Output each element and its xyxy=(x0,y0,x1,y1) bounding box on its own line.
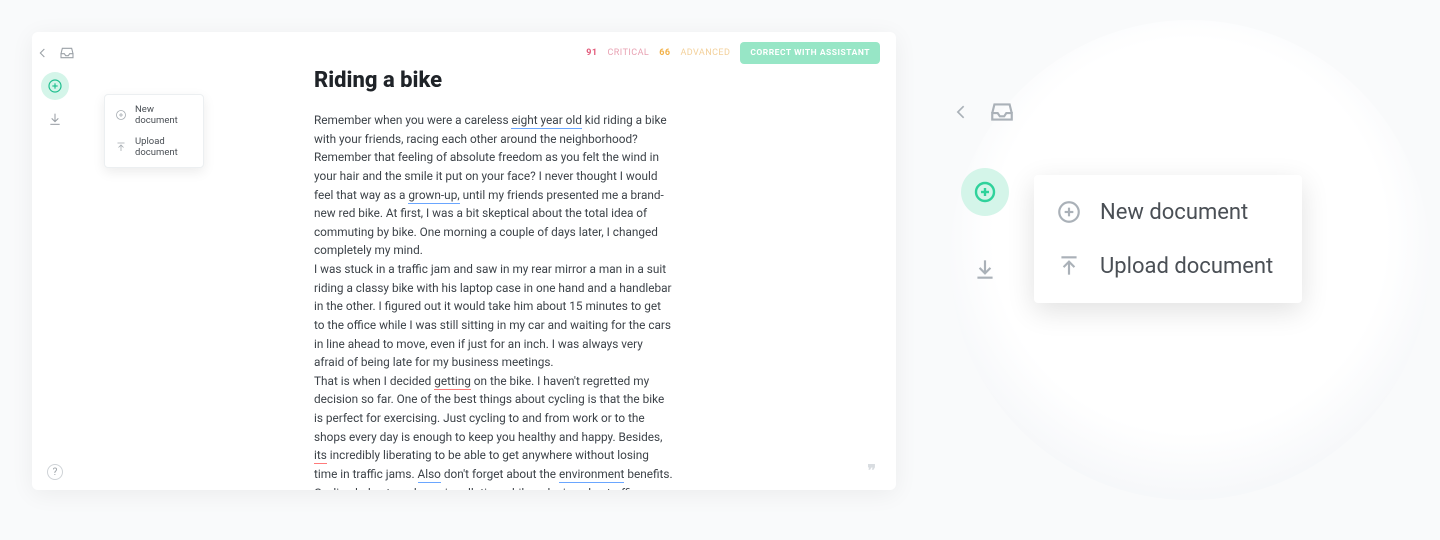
back-icon[interactable] xyxy=(34,44,52,62)
zoom-menu-new-document[interactable]: New document xyxy=(1034,185,1302,239)
menu-upload-document-label: Upload document xyxy=(135,136,193,158)
help-icon[interactable]: ? xyxy=(47,464,63,480)
zoom-download-icon[interactable] xyxy=(972,254,998,288)
plus-circle-icon xyxy=(115,109,127,121)
zoom-sidebar xyxy=(952,98,1018,288)
issue-underline[interactable]: its xyxy=(314,448,327,464)
zoom-add-document-button[interactable] xyxy=(961,168,1009,216)
menu-new-document-label: New document xyxy=(135,104,193,126)
text-paragraph: I was stuck in a traffic jam and saw in … xyxy=(314,260,674,372)
zoom-back-icon[interactable] xyxy=(952,98,972,130)
issue-underline[interactable]: Also xyxy=(418,467,441,483)
text-fragment: don't forget about the xyxy=(441,467,559,481)
zoom-panel: New document Upload document xyxy=(930,0,1440,540)
upload-icon xyxy=(115,141,127,153)
zoom-menu-upload-document-label: Upload document xyxy=(1100,254,1273,279)
zoom-menu-upload-document[interactable]: Upload document xyxy=(1034,239,1302,293)
issue-underline[interactable]: environment xyxy=(559,467,624,483)
zoom-upload-icon xyxy=(1056,253,1082,279)
issue-underline[interactable]: eight year old xyxy=(511,113,581,129)
menu-upload-document[interactable]: Upload document xyxy=(105,131,203,163)
issue-underline[interactable]: grown-up, xyxy=(408,188,459,204)
document-title: Riding a bike xyxy=(314,68,856,93)
text-fragment: That is when I decided xyxy=(314,374,434,388)
zoom-plus-circle-icon xyxy=(1056,199,1082,225)
issue-underline[interactable]: getting xyxy=(434,374,471,390)
zoom-inbox-icon[interactable] xyxy=(986,99,1018,129)
add-document-button[interactable] xyxy=(41,72,69,100)
inbox-icon[interactable] xyxy=(58,44,76,62)
zoom-menu-new-document-label: New document xyxy=(1100,200,1248,225)
left-sidebar: ? xyxy=(32,32,78,490)
download-icon[interactable] xyxy=(46,110,64,128)
editor-window: 91 CRITICAL 66 ADVANCED CORRECT WITH ASS… xyxy=(32,32,896,490)
menu-new-document[interactable]: New document xyxy=(105,99,203,131)
document-text: Remember when you were a careless eight … xyxy=(314,111,674,490)
text-fragment: Remember when you were a careless xyxy=(314,113,511,127)
add-menu: New document Upload document xyxy=(104,94,204,168)
quote-icon: ❞ xyxy=(867,461,876,480)
zoom-add-menu: New document Upload document xyxy=(1034,175,1302,303)
